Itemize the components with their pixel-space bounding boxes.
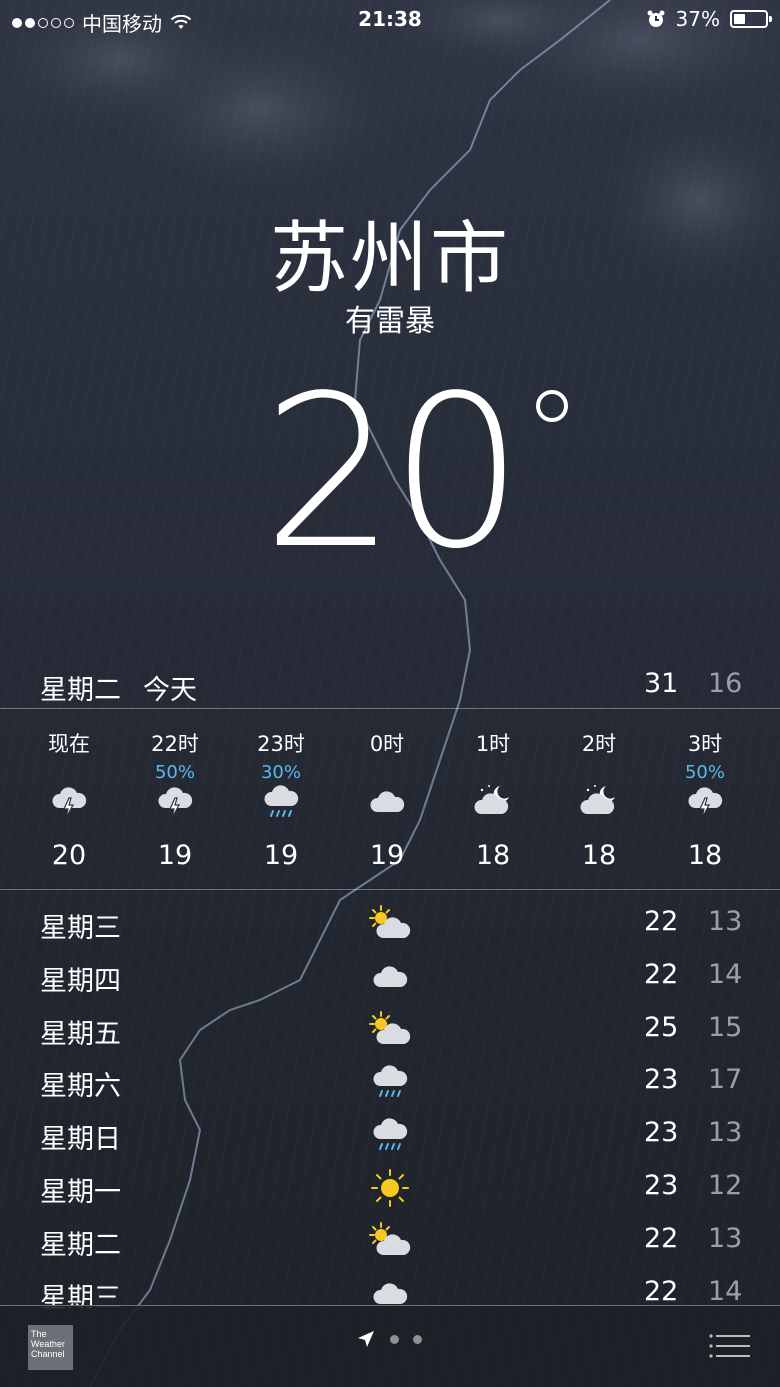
status-bar: 中国移动 21:38 37% bbox=[0, 0, 780, 40]
day-high: 23 bbox=[644, 1117, 679, 1149]
cloud-icon bbox=[367, 957, 413, 997]
hour-time: 2时 bbox=[581, 732, 617, 756]
battery-percent: 37% bbox=[675, 7, 720, 31]
current-temperature: 20 bbox=[0, 368, 780, 578]
daily-row: 星期二 22 13 bbox=[0, 1215, 780, 1268]
hour-time: 22时 bbox=[151, 732, 199, 756]
hour-temp: 20 bbox=[51, 840, 87, 871]
hourly-item: 0时 19 bbox=[334, 718, 440, 888]
hour-time: 3时 bbox=[687, 732, 723, 756]
degree-symbol bbox=[536, 390, 568, 422]
temperature-value: 20 bbox=[262, 350, 523, 595]
today-summary-row: 星期二 今天 31 16 bbox=[0, 660, 780, 708]
daily-forecast[interactable]: 星期三 22 13 星期四 22 14 星期五 25 15 星期六 23 17 星期日 23 13 星期一 23… bbox=[0, 898, 780, 1320]
day-low: 14 bbox=[708, 958, 743, 990]
precip-chance: 30% bbox=[260, 762, 301, 783]
divider bbox=[0, 708, 780, 709]
partly-sunny-icon bbox=[367, 904, 413, 944]
bottom-toolbar: The Weather Channel bbox=[0, 1305, 780, 1387]
day-low: 12 bbox=[708, 1169, 743, 1201]
page-dot bbox=[413, 1334, 422, 1344]
daily-row: 星期五 25 15 bbox=[0, 1004, 780, 1057]
daily-row: 星期三 22 13 bbox=[0, 898, 780, 951]
day-name: 星期六 bbox=[40, 1071, 121, 1103]
rain-icon bbox=[367, 1115, 413, 1155]
hourly-item: 23时 30% 19 bbox=[228, 718, 334, 888]
logo-line: Channel bbox=[31, 1349, 65, 1359]
page-indicator[interactable] bbox=[356, 1329, 422, 1349]
day-name: 星期四 bbox=[40, 965, 121, 997]
day-high: 22 bbox=[644, 906, 679, 937]
current-condition: 有雷暴 bbox=[345, 304, 435, 339]
hourly-item: 2时 18 bbox=[546, 718, 652, 888]
partly-cloudy-night-icon bbox=[473, 782, 513, 822]
city-name: 苏州市 bbox=[269, 214, 510, 304]
today-day: 星期二 bbox=[40, 675, 121, 706]
day-name: 星期五 bbox=[40, 1018, 121, 1050]
daily-row: 星期六 23 17 bbox=[0, 1056, 780, 1109]
day-high: 25 bbox=[644, 1011, 679, 1043]
hourly-item: 1时 18 bbox=[440, 718, 546, 888]
precip-chance: 50% bbox=[684, 762, 725, 783]
today-label: 今天 bbox=[143, 675, 197, 706]
thunderstorm-icon bbox=[155, 782, 195, 822]
rain-icon bbox=[261, 782, 301, 822]
divider bbox=[0, 1305, 780, 1306]
hourly-item: 22时 50% 19 bbox=[122, 718, 228, 888]
thunderstorm-icon bbox=[685, 782, 725, 822]
day-high: 23 bbox=[644, 1064, 679, 1096]
hourly-forecast[interactable]: 现在 20 22时 50% 19 23时 30% 19 0时 19 1时 18 2时 18 3时 50% 18 bbox=[16, 718, 764, 888]
divider bbox=[0, 889, 780, 890]
partly-sunny-icon bbox=[367, 1010, 413, 1050]
cloud-icon bbox=[367, 782, 407, 822]
day-high: 22 bbox=[644, 1222, 679, 1254]
partly-sunny-icon bbox=[367, 1221, 413, 1261]
hour-temp: 19 bbox=[157, 840, 193, 871]
day-low: 13 bbox=[708, 1117, 743, 1149]
hour-temp: 18 bbox=[687, 840, 723, 871]
city-list-icon[interactable] bbox=[708, 1333, 752, 1359]
day-high: 22 bbox=[644, 958, 679, 990]
day-low: 13 bbox=[708, 906, 743, 937]
alarm-icon bbox=[647, 10, 665, 27]
daily-row: 星期一 23 12 bbox=[0, 1162, 780, 1215]
hour-time: 0时 bbox=[369, 732, 405, 756]
hour-time: 1时 bbox=[475, 732, 511, 756]
thunderstorm-icon bbox=[49, 782, 89, 822]
daily-row: 星期四 22 14 bbox=[0, 951, 780, 1004]
partly-cloudy-night-icon bbox=[579, 782, 619, 822]
precip-chance: 50% bbox=[154, 762, 195, 783]
day-high: 23 bbox=[644, 1169, 679, 1201]
day-name: 星期二 bbox=[40, 1229, 121, 1261]
page-dot bbox=[390, 1334, 399, 1344]
hour-temp: 19 bbox=[369, 840, 405, 871]
rain-icon bbox=[367, 1062, 413, 1102]
hour-time: 23时 bbox=[257, 732, 305, 756]
hour-temp: 18 bbox=[581, 840, 617, 871]
day-name: 星期三 bbox=[40, 913, 121, 944]
day-high: 22 bbox=[644, 1275, 679, 1307]
day-name: 星期日 bbox=[40, 1124, 121, 1156]
sun-icon bbox=[367, 1168, 413, 1208]
day-low: 15 bbox=[708, 1011, 743, 1043]
hour-time: 现在 bbox=[48, 732, 90, 756]
day-low: 17 bbox=[708, 1064, 743, 1096]
hourly-item: 现在 20 bbox=[16, 718, 122, 888]
day-low: 13 bbox=[708, 1222, 743, 1254]
hourly-item: 3时 50% 18 bbox=[652, 718, 758, 888]
day-name: 星期一 bbox=[40, 1176, 121, 1208]
battery-icon bbox=[730, 10, 772, 28]
daily-row: 星期日 23 13 bbox=[0, 1109, 780, 1162]
today-high: 31 bbox=[644, 668, 679, 699]
hour-temp: 18 bbox=[475, 840, 511, 871]
day-low: 14 bbox=[708, 1275, 743, 1307]
hour-temp: 19 bbox=[263, 840, 299, 871]
today-low: 16 bbox=[708, 668, 743, 699]
status-right: 37% bbox=[646, 7, 772, 31]
weather-channel-logo[interactable]: The Weather Channel bbox=[28, 1325, 73, 1370]
location-arrow-icon bbox=[358, 1331, 374, 1347]
logo-line: Weather bbox=[31, 1339, 65, 1349]
logo-line: The bbox=[31, 1329, 47, 1339]
battery-fill bbox=[734, 14, 746, 24]
